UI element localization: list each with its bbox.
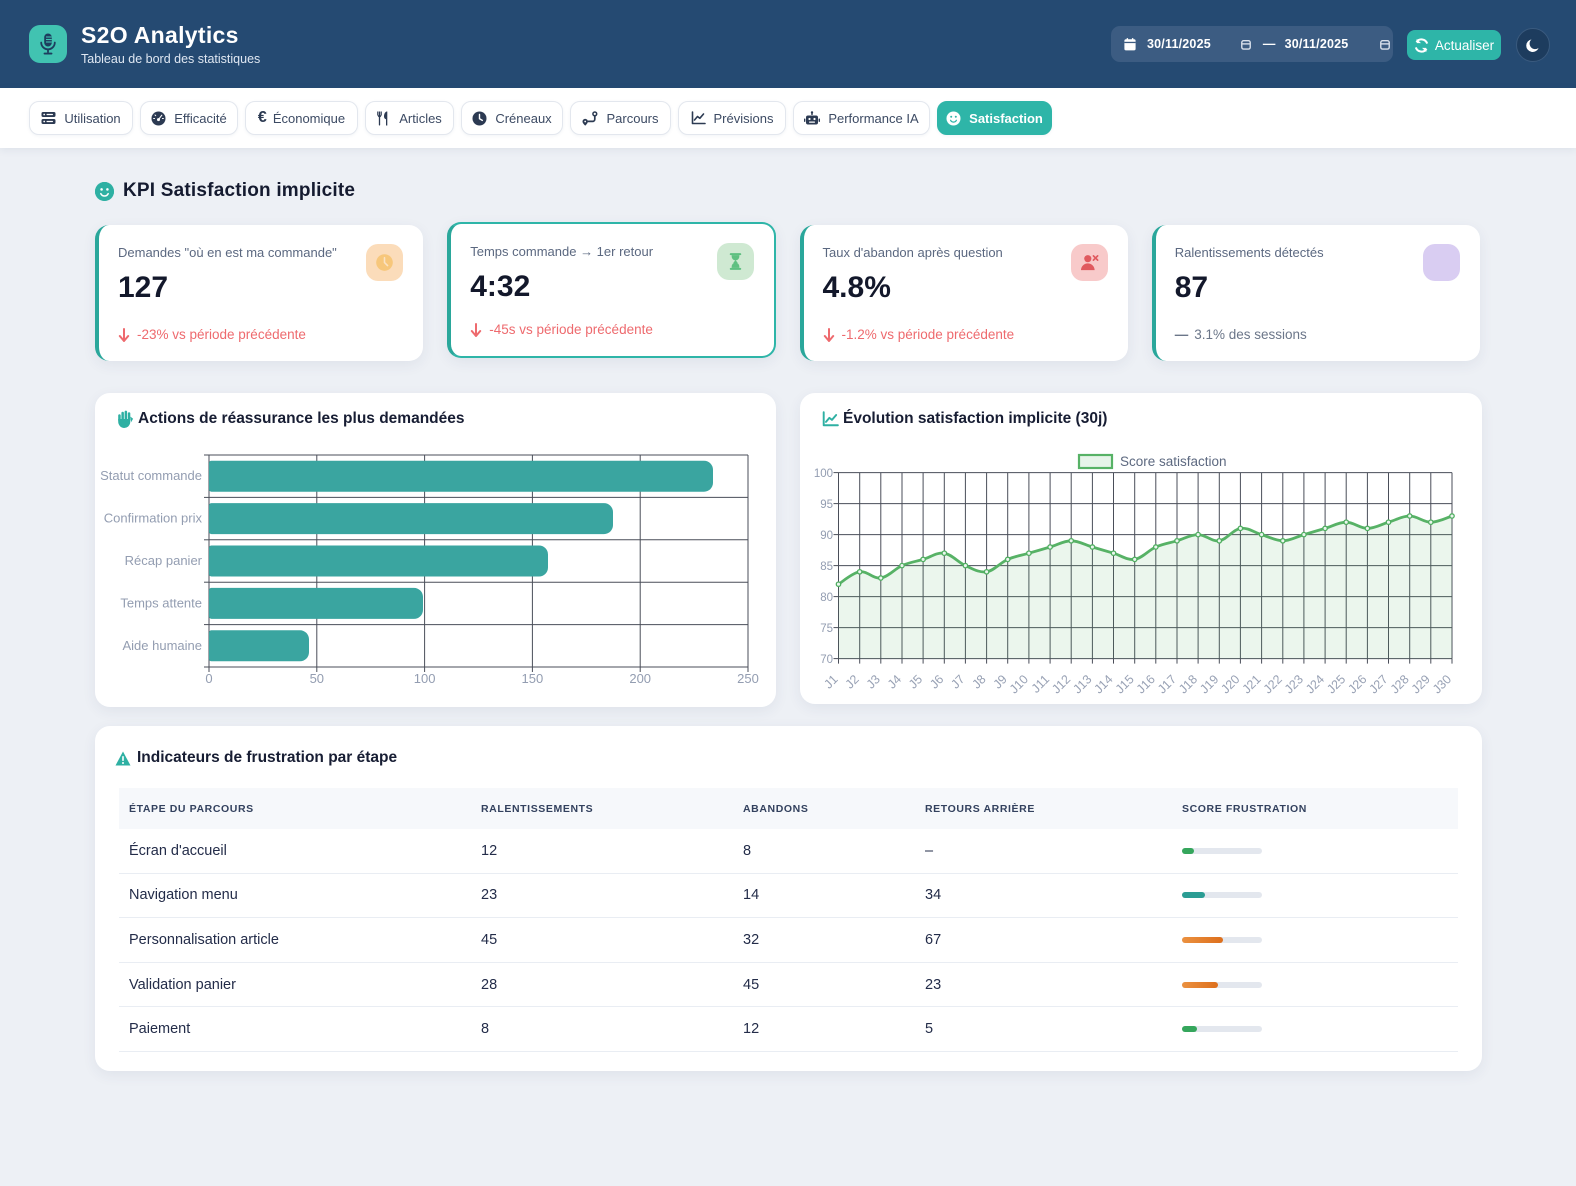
svg-text:100: 100 (414, 671, 436, 686)
svg-text:J29: J29 (1409, 672, 1433, 696)
svg-text:J15: J15 (1113, 672, 1137, 696)
svg-text:0: 0 (205, 671, 212, 686)
svg-text:J16: J16 (1134, 672, 1158, 696)
svg-text:70: 70 (820, 654, 833, 666)
svg-text:J30: J30 (1430, 672, 1454, 696)
svg-text:J4: J4 (885, 672, 904, 691)
svg-text:Aide humaine: Aide humaine (123, 638, 203, 653)
svg-text:J9: J9 (991, 672, 1010, 691)
svg-text:100: 100 (814, 468, 833, 480)
svg-text:J13: J13 (1070, 672, 1094, 696)
svg-text:Statut commande: Statut commande (100, 468, 202, 483)
svg-text:J1: J1 (821, 672, 840, 691)
svg-text:J26: J26 (1345, 672, 1369, 696)
svg-text:J24: J24 (1303, 672, 1327, 696)
svg-text:80: 80 (820, 592, 833, 604)
svg-text:J6: J6 (927, 672, 946, 691)
svg-text:Temps attente: Temps attente (120, 595, 202, 610)
svg-text:J21: J21 (1240, 672, 1264, 696)
svg-text:Confirmation prix: Confirmation prix (104, 511, 203, 526)
svg-text:J18: J18 (1176, 672, 1200, 696)
svg-text:85: 85 (820, 561, 833, 573)
svg-text:J14: J14 (1091, 672, 1115, 696)
svg-text:J20: J20 (1218, 672, 1242, 696)
svg-text:J23: J23 (1282, 672, 1306, 696)
svg-text:J27: J27 (1366, 672, 1390, 696)
svg-text:Récap panier: Récap panier (125, 553, 203, 568)
svg-text:200: 200 (629, 671, 651, 686)
svg-text:J28: J28 (1388, 672, 1412, 696)
svg-text:J19: J19 (1197, 672, 1221, 696)
svg-text:J12: J12 (1049, 672, 1073, 696)
svg-text:J8: J8 (969, 672, 988, 691)
svg-text:90: 90 (820, 530, 833, 542)
svg-text:J5: J5 (906, 672, 925, 691)
svg-text:J25: J25 (1324, 672, 1348, 696)
svg-text:J2: J2 (843, 672, 862, 691)
svg-text:150: 150 (522, 671, 544, 686)
svg-text:250: 250 (737, 671, 759, 686)
svg-text:Score satisfaction: Score satisfaction (1120, 454, 1227, 469)
svg-text:J11: J11 (1029, 672, 1053, 696)
svg-text:95: 95 (820, 499, 833, 511)
svg-text:50: 50 (310, 671, 324, 686)
svg-text:J7: J7 (948, 672, 967, 691)
svg-text:J17: J17 (1155, 672, 1179, 696)
svg-text:75: 75 (820, 623, 833, 635)
svg-text:J3: J3 (864, 672, 883, 691)
svg-text:J22: J22 (1261, 672, 1285, 696)
svg-text:J10: J10 (1007, 672, 1031, 696)
